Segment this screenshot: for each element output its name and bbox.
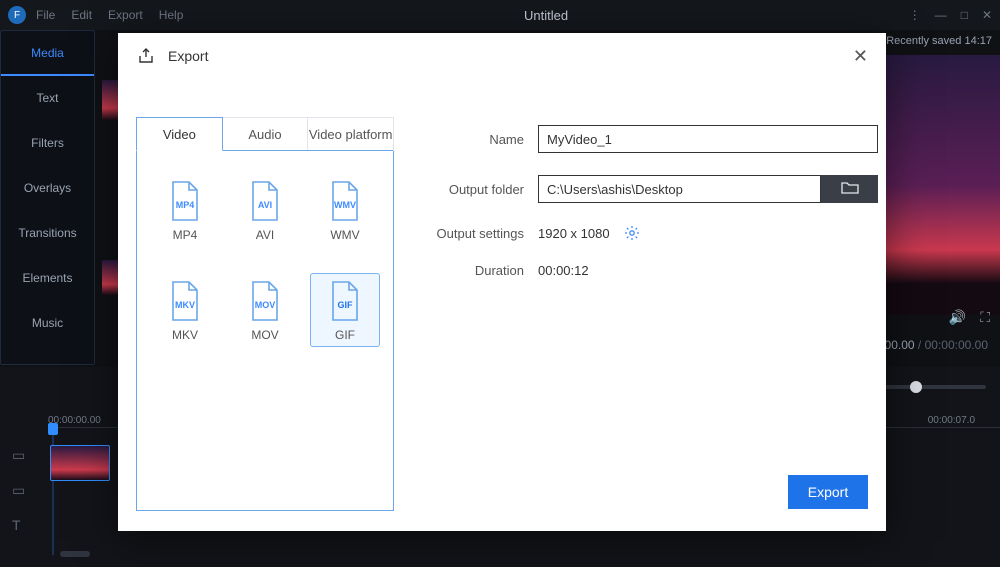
output-resolution: 1920 x 1080 [538,226,610,241]
sidebar-item-overlays[interactable]: Overlays [1,166,94,211]
menu-export[interactable]: Export [108,8,143,22]
sidebar-item-music[interactable]: Music [1,301,94,346]
file-avi-icon: AVI [248,180,282,222]
format-option-gif[interactable]: GIF GIF [310,273,380,347]
preview-panel [885,55,1000,315]
file-mp4-icon: MP4 [168,180,202,222]
output-settings-label: Output settings [430,226,538,241]
file-mov-icon: MOV [248,280,282,322]
format-label: WMV [330,228,359,242]
format-panel: MP4MP4AVIAVIWMVWMVMKVMKVMOVMOVGIFGIF [136,151,394,511]
menu-help[interactable]: Help [159,8,184,22]
format-option-mp4[interactable]: MP4MP4 [150,173,220,247]
fullscreen-icon[interactable]: ⛶ [980,309,990,326]
titlebar: F File Edit Export Help Untitled ⋮ — □ ✕ [0,0,1000,30]
folder-icon [841,180,859,199]
close-dialog-icon[interactable]: ✕ [853,46,868,67]
left-nav: MediaTextFiltersOverlaysTransitionsEleme… [0,30,95,365]
file-mkv-icon: MKV [168,280,202,322]
menu-edit[interactable]: Edit [71,8,92,22]
export-button[interactable]: Export [788,475,868,509]
format-label: MP4 [173,228,198,242]
maximize-icon[interactable]: □ [961,8,968,22]
format-label: AVI [256,228,274,242]
app-logo-icon: F [8,6,26,24]
zoom-slider-knob[interactable] [910,381,922,393]
duration-value: 00:00:12 [538,263,589,278]
tab-video[interactable]: Video [136,117,223,151]
output-folder-input[interactable] [538,175,821,203]
volume-icon[interactable]: 🔊 [949,309,966,326]
menu-bar: File Edit Export Help [36,8,183,22]
document-title: Untitled [183,8,908,23]
recently-saved-badge: Recently saved 14:17 [873,34,992,47]
sidebar-item-elements[interactable]: Elements [1,256,94,301]
menu-file[interactable]: File [36,8,55,22]
file-gif-icon: GIF [328,280,362,322]
format-label: GIF [335,328,355,342]
format-option-avi[interactable]: AVI AVI [230,173,300,247]
name-label: Name [430,132,538,147]
sidebar-item-transitions[interactable]: Transitions [1,211,94,256]
close-window-icon[interactable]: ✕ [982,8,992,22]
timeline-scrollbar[interactable] [60,551,90,557]
overlay-track-icon[interactable]: ▭ [12,482,25,499]
timeline-mark-end: 00:00:07.0 [928,415,975,426]
export-dialog: Export ✕ VideoAudioVideo platform MP4MP4… [118,33,886,531]
sidebar-item-text[interactable]: Text [1,76,94,121]
video-track-icon[interactable]: ▭ [12,447,25,464]
format-label: MKV [172,328,198,342]
sidebar-item-media[interactable]: Media [1,31,94,76]
format-label: MOV [251,328,278,342]
format-option-wmv[interactable]: WMV WMV [310,173,380,247]
export-icon [136,46,156,66]
format-option-mov[interactable]: MOV MOV [230,273,300,347]
tab-audio[interactable]: Audio [223,117,309,151]
timeline-clip[interactable] [50,445,110,481]
name-input[interactable] [538,125,878,153]
browse-folder-button[interactable] [821,175,878,203]
duration-label: Duration [430,263,538,278]
settings-gear-icon[interactable] [624,225,640,241]
tab-video-platform[interactable]: Video platform [308,117,394,151]
output-folder-label: Output folder [430,182,538,197]
export-form: Name Output folder Output settings 1920 … [394,117,878,511]
sidebar-item-filters[interactable]: Filters [1,121,94,166]
file-wmv-icon: WMV [328,180,362,222]
playhead[interactable] [48,423,58,435]
more-icon[interactable]: ⋮ [909,8,921,22]
dialog-title: Export [168,48,208,64]
minimize-icon[interactable]: — [935,8,947,22]
text-track-icon[interactable]: T [12,517,25,533]
format-option-mkv[interactable]: MKV MKV [150,273,220,347]
